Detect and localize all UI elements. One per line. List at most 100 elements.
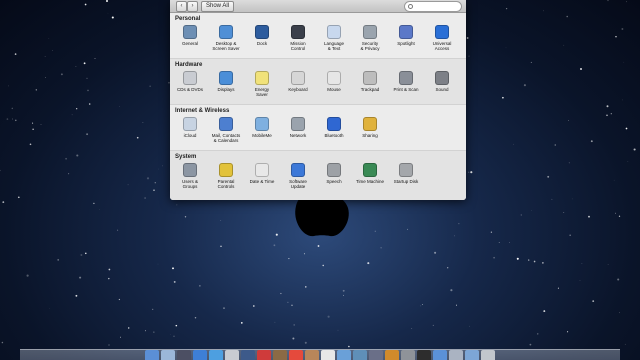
- pref-pane-software-update[interactable]: Software Update: [280, 163, 316, 189]
- pref-pane-mobileme[interactable]: MobileMe: [244, 117, 280, 143]
- star: [157, 263, 159, 265]
- dock-imovie-icon[interactable]: [369, 350, 383, 360]
- star: [146, 177, 150, 180]
- pref-pane-label: Date & Time: [249, 179, 275, 184]
- pref-pane-label: Bluetooth: [324, 133, 344, 138]
- house-icon: [363, 25, 377, 39]
- dock-itunes-icon[interactable]: [257, 350, 271, 360]
- dock-facetime-icon[interactable]: [241, 350, 255, 360]
- dock-system-preferences-icon[interactable]: [401, 350, 415, 360]
- star: [520, 214, 522, 216]
- dock-garageband-icon[interactable]: [385, 350, 399, 360]
- star: [68, 173, 70, 175]
- dock-iphoto-icon[interactable]: [353, 350, 367, 360]
- star: [543, 310, 546, 313]
- pref-pane-universal-access[interactable]: Universal Access: [424, 25, 460, 51]
- star: [317, 245, 320, 247]
- pref-pane-spotlight[interactable]: Spotlight: [388, 25, 424, 51]
- dock-safari-icon[interactable]: [209, 350, 223, 360]
- dock-contacts-icon[interactable]: [305, 350, 319, 360]
- star: [172, 267, 174, 270]
- star: [343, 294, 344, 296]
- dock-trash-icon[interactable]: [481, 350, 495, 360]
- pref-pane-keyboard[interactable]: Keyboard: [280, 71, 316, 97]
- pref-pane-label: Desktop & Screen Saver: [212, 41, 240, 51]
- pref-pane-bulb[interactable]: Energy Saver: [244, 71, 280, 97]
- pref-pane-globe[interactable]: Network: [280, 117, 316, 143]
- pref-pane-cd[interactable]: CDs & DVDs: [172, 71, 208, 97]
- pref-pane-house[interactable]: Security & Privacy: [352, 25, 388, 51]
- pref-pane-label: Print & Scan: [393, 87, 419, 92]
- pref-pane-cloud[interactable]: iCloud: [172, 117, 208, 143]
- pref-pane-time-machine[interactable]: Time Machine: [352, 163, 388, 189]
- star: [617, 278, 620, 281]
- star: [108, 277, 110, 280]
- pref-pane-parental[interactable]: Parental Controls: [208, 163, 244, 189]
- dock-ical-icon[interactable]: [321, 350, 335, 360]
- star: [554, 144, 556, 146]
- software-update-icon: [291, 163, 305, 177]
- pref-pane-label: Universal Access: [432, 41, 452, 51]
- back-button[interactable]: ‹: [176, 1, 187, 12]
- section-personal: Personal General Desktop & Screen Saver Do…: [170, 13, 466, 59]
- star: [176, 204, 178, 206]
- system-preferences-window: ‹ › Show All Personal General Desktop & S…: [170, 0, 466, 200]
- pref-pane-flag[interactable]: Language & Text: [316, 25, 352, 51]
- general-icon: [183, 25, 197, 39]
- star: [173, 335, 175, 337]
- pref-pane-microphone[interactable]: Speech: [316, 163, 352, 189]
- star: [287, 301, 289, 303]
- star: [111, 16, 114, 19]
- pref-pane-bluetooth[interactable]: Bluetooth: [316, 117, 352, 143]
- pref-pane-speaker[interactable]: Sound: [424, 71, 460, 97]
- star: [76, 154, 79, 157]
- section-title: Internet & Wireless: [175, 108, 230, 114]
- star: [85, 252, 87, 255]
- star: [220, 220, 222, 221]
- dock-documents-icon[interactable]: [449, 350, 463, 360]
- pref-pane-mission-control[interactable]: Mission Control: [280, 25, 316, 51]
- dock-app-store-icon[interactable]: [193, 350, 207, 360]
- dock-calendar-icon[interactable]: [289, 350, 303, 360]
- star: [502, 96, 504, 99]
- star: [454, 235, 455, 237]
- star: [75, 294, 78, 297]
- dock-preview-icon[interactable]: [337, 350, 351, 360]
- star: [15, 119, 17, 122]
- star: [83, 62, 86, 65]
- pref-pane-trackpad[interactable]: Trackpad: [352, 71, 388, 97]
- dock-mail-icon[interactable]: [225, 350, 239, 360]
- dock-terminal-icon[interactable]: [417, 350, 431, 360]
- mission-control-icon: [291, 25, 305, 39]
- dock: [20, 349, 620, 360]
- dock-applications-icon[interactable]: [465, 350, 479, 360]
- pref-pane-users[interactable]: Users & Groups: [172, 163, 208, 189]
- pref-pane-printer[interactable]: Print & Scan: [388, 71, 424, 97]
- star: [11, 107, 14, 110]
- section-title: Personal: [175, 16, 201, 22]
- pref-pane-at[interactable]: Mail, Contacts & Calendars: [208, 117, 244, 143]
- pref-pane-mouse[interactable]: Mouse: [316, 71, 352, 97]
- pref-pane-desktop[interactable]: Desktop & Screen Saver: [208, 25, 244, 51]
- dock-launchpad-icon[interactable]: [161, 350, 175, 360]
- disk-icon: [399, 163, 413, 177]
- search-input[interactable]: [404, 1, 462, 12]
- pref-pane-general[interactable]: General: [172, 25, 208, 51]
- star: [626, 1, 627, 3]
- star: [458, 223, 460, 225]
- dock-finder-icon[interactable]: [145, 350, 159, 360]
- dock-mission-control-icon[interactable]: [177, 350, 191, 360]
- pref-pane-sharing[interactable]: Sharing: [352, 117, 388, 143]
- star: [450, 289, 453, 292]
- star: [468, 55, 470, 57]
- pref-pane-label: General: [181, 41, 198, 46]
- pref-pane-clock[interactable]: Date & Time: [244, 163, 280, 189]
- pref-pane-label: Mail, Contacts & Calendars: [211, 133, 241, 143]
- show-all-button[interactable]: Show All: [201, 1, 235, 12]
- pref-pane-dock[interactable]: Dock: [244, 25, 280, 51]
- pref-pane-disk[interactable]: Startup Disk: [388, 163, 424, 189]
- forward-button[interactable]: ›: [187, 1, 198, 12]
- dock-photo-icon[interactable]: [273, 350, 287, 360]
- dock-downloads-icon[interactable]: [433, 350, 447, 360]
- pref-pane-display[interactable]: Displays: [208, 71, 244, 97]
